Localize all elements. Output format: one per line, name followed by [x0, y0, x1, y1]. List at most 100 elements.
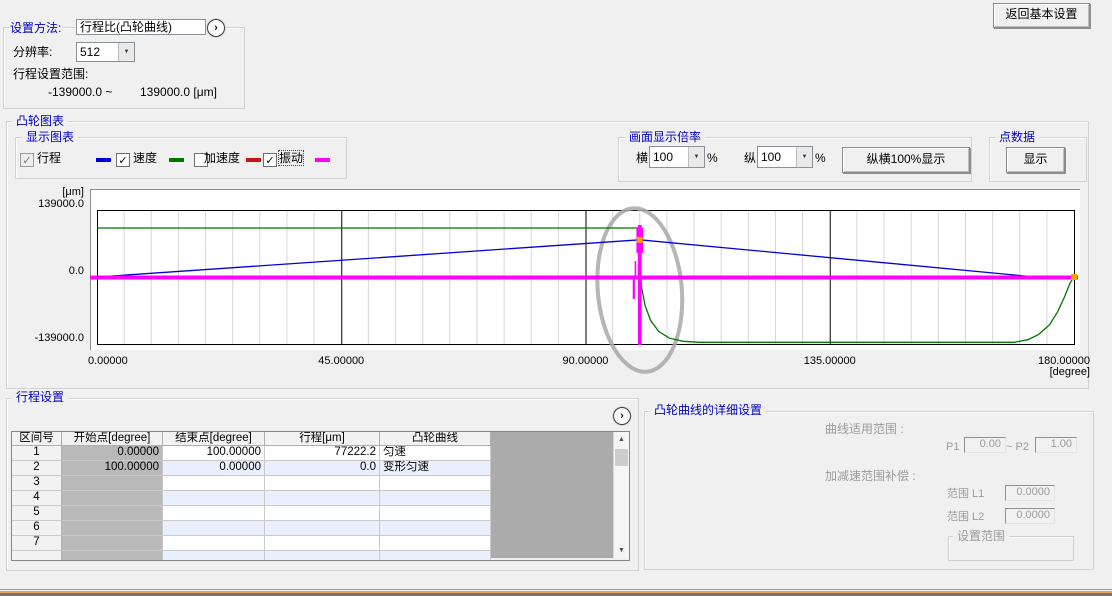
table-cell[interactable]: 匀速: [380, 446, 491, 461]
table-cell[interactable]: [163, 491, 265, 506]
bottom-divider: [0, 589, 1112, 590]
legend-label-acceleration: 加速度: [204, 151, 240, 165]
legend-label-velocity: 速度: [133, 151, 157, 165]
table-cell[interactable]: [380, 536, 491, 551]
stroke-setting-title: 行程设置: [12, 391, 68, 404]
svg-text:139000.0: 139000.0: [38, 198, 84, 210]
svg-text:-139000.0: -139000.0: [34, 332, 84, 344]
table-cell[interactable]: [163, 521, 265, 536]
dropdown-arrow-icon[interactable]: ▼: [118, 43, 134, 61]
table-header-cell: 区间号: [12, 432, 62, 446]
range-l1-label: 范围 L1: [947, 488, 984, 501]
resolution-value: 512: [77, 46, 118, 58]
table-cell[interactable]: [380, 551, 491, 561]
range-l2-label: 范围 L2: [947, 511, 984, 524]
checkbox-velocity[interactable]: [116, 153, 130, 167]
table-cell[interactable]: [62, 551, 163, 561]
cam-chart-group-title: 凸轮图表: [12, 115, 68, 128]
table-cell[interactable]: [62, 491, 163, 506]
set-range-title: 设置范围: [953, 530, 1009, 543]
table-header-cell: 结束点[degree]: [163, 432, 265, 446]
range-l1-field: 0.0000: [1005, 485, 1055, 501]
table-cell[interactable]: [380, 491, 491, 506]
checkbox-vibration[interactable]: [263, 153, 277, 167]
v-zoom-value: 100: [758, 151, 796, 163]
table-cell[interactable]: [265, 521, 380, 536]
table-rownum-cell: 2: [12, 461, 62, 476]
h-zoom-combo[interactable]: 100 ▼: [649, 146, 705, 168]
table-cell[interactable]: 0.00000: [62, 446, 163, 461]
resolution-label: 分辨率:: [13, 45, 52, 59]
table-cell[interactable]: [163, 536, 265, 551]
stroke-range-label: 行程设置范围:: [13, 67, 88, 81]
p2-field: 1.00: [1035, 437, 1077, 453]
curve-range-label: 曲线适用范围 :: [825, 423, 904, 436]
resolution-combo[interactable]: 512 ▼: [76, 42, 135, 62]
p1-field: 0.00: [964, 437, 1006, 453]
back-to-basic-button[interactable]: 返回基本设置: [993, 3, 1090, 28]
dropdown-arrow-icon[interactable]: ▼: [688, 147, 704, 167]
table-cell[interactable]: [265, 476, 380, 491]
svg-text:0.0: 0.0: [69, 265, 84, 277]
table-cell[interactable]: [265, 536, 380, 551]
point-data-group-title: 点数据: [995, 131, 1039, 144]
fit-100-button[interactable]: 纵横100%显示: [842, 147, 970, 173]
chevron-right-icon: ›: [620, 411, 624, 421]
table-cell[interactable]: [380, 506, 491, 521]
checkbox-stroke[interactable]: [20, 153, 34, 167]
svg-text:45.00000: 45.00000: [318, 355, 364, 367]
table-cell[interactable]: [163, 551, 265, 561]
scroll-down-icon[interactable]: [614, 543, 629, 558]
table-rownum-cell: [12, 551, 62, 561]
table-cell[interactable]: 变形匀速: [380, 461, 491, 476]
legend-color-acceleration: [246, 158, 261, 162]
display-chart-group-title: 显示图表: [22, 131, 78, 144]
table-cell[interactable]: [265, 491, 380, 506]
table-cell[interactable]: 0.0: [265, 461, 380, 476]
table-cell[interactable]: [62, 506, 163, 521]
table-cell[interactable]: 0.00000: [163, 461, 265, 476]
table-cell[interactable]: [380, 521, 491, 536]
svg-text:[degree]: [degree]: [1050, 366, 1090, 378]
accel-comp-label: 加减速范围补偿 :: [825, 470, 916, 483]
scrollbar-thumb[interactable]: [615, 449, 628, 466]
h-percent-label: %: [707, 151, 718, 165]
stroke-range-to: 139000.0 [μm]: [140, 85, 217, 99]
point-data-show-button[interactable]: 显示: [1006, 147, 1065, 173]
setting-method-value[interactable]: 行程比(凸轮曲线): [76, 19, 206, 35]
table-cell[interactable]: [62, 476, 163, 491]
table-rownum-cell: 1: [12, 446, 62, 461]
setting-method-label: 设置方法:: [10, 21, 63, 35]
table-cell[interactable]: [62, 536, 163, 551]
scroll-up-icon[interactable]: [614, 432, 629, 447]
svg-text:[μm]: [μm]: [62, 186, 84, 198]
table-cell[interactable]: [163, 476, 265, 491]
table-rownum-cell: 3: [12, 476, 62, 491]
svg-text:0.00000: 0.00000: [88, 355, 128, 367]
table-cell[interactable]: 100.00000: [62, 461, 163, 476]
zoom-group-title: 画面显示倍率: [625, 131, 705, 144]
legend-color-vibration: [315, 158, 330, 162]
cam-setting-window: 设置方法: 行程比(凸轮曲线) › 分辨率: 512 ▼ 行程设置范围: -13…: [0, 0, 1112, 596]
stroke-range-from: -139000.0 ~: [48, 85, 112, 99]
table-cell[interactable]: [265, 506, 380, 521]
table-cell[interactable]: 77222.2: [265, 446, 380, 461]
table-cell[interactable]: 100.00000: [163, 446, 265, 461]
legend-color-stroke: [96, 158, 111, 162]
table-cell[interactable]: [163, 506, 265, 521]
svg-text:135.00000: 135.00000: [804, 355, 856, 367]
stroke-table: 区间号开始点[degree]结束点[degree]行程[μm]凸轮曲线10.00…: [11, 431, 630, 561]
p1-label: P1: [946, 441, 959, 454]
table-cell[interactable]: [380, 476, 491, 491]
dropdown-arrow-icon[interactable]: ▼: [796, 147, 812, 167]
stroke-expand-button[interactable]: ›: [613, 407, 631, 425]
table-scrollbar[interactable]: [613, 432, 629, 558]
table-cell[interactable]: [62, 521, 163, 536]
table-rownum-cell: 6: [12, 521, 62, 536]
svg-text:90.00000: 90.00000: [563, 355, 609, 367]
table-header-cell: 开始点[degree]: [62, 432, 163, 446]
range-l2-field: 0.0000: [1005, 508, 1055, 524]
setting-method-expand-button[interactable]: ›: [207, 19, 225, 37]
table-cell[interactable]: [265, 551, 380, 561]
v-zoom-combo[interactable]: 100 ▼: [757, 146, 813, 168]
